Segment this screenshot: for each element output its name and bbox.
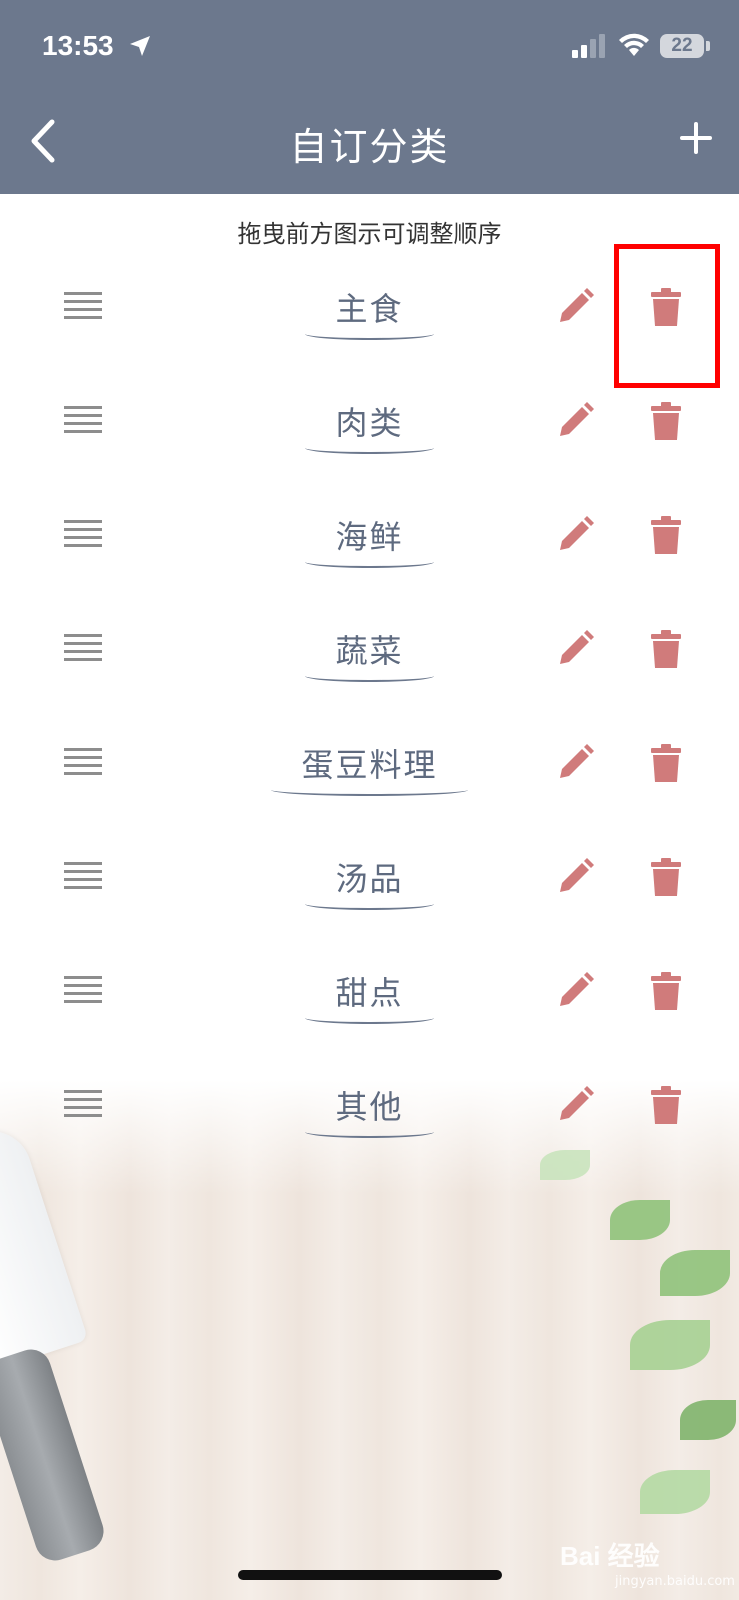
delete-trash-icon[interactable] [651, 630, 681, 668]
list-item: 其他 [0, 1048, 739, 1162]
edit-pencil-icon[interactable] [556, 744, 594, 782]
wifi-icon [619, 33, 649, 56]
header-bar: 13:53 22 自订分类 [0, 0, 739, 194]
edit-pencil-icon[interactable] [556, 516, 594, 554]
category-name-field[interactable]: 海鲜 [305, 512, 434, 568]
delete-trash-icon[interactable] [651, 402, 681, 440]
edit-pencil-icon[interactable] [556, 972, 594, 1010]
delete-trash-icon[interactable] [651, 1086, 681, 1124]
list-item: 海鲜 [0, 478, 739, 592]
category-name-field[interactable]: 蔬菜 [305, 626, 434, 682]
herb-decoration [610, 1200, 670, 1240]
cellular-signal-icon [572, 34, 605, 58]
herb-decoration [680, 1400, 736, 1440]
page-title: 自订分类 [289, 125, 450, 169]
herb-decoration [660, 1250, 730, 1296]
delete-trash-icon[interactable] [651, 972, 681, 1010]
delete-trash-icon[interactable] [651, 858, 681, 896]
edit-pencil-icon[interactable] [556, 288, 594, 326]
watermark-url: jingyan.baidu.com [615, 1574, 735, 1589]
category-name-field[interactable]: 蛋豆料理 [271, 740, 468, 796]
add-category-button[interactable] [676, 118, 716, 158]
battery-nub [706, 41, 710, 51]
edit-pencil-icon[interactable] [556, 630, 594, 668]
edit-pencil-icon[interactable] [556, 1086, 594, 1124]
list-item: 蔬菜 [0, 592, 739, 706]
category-name-field[interactable]: 其他 [305, 1082, 434, 1138]
list-item: 汤品 [0, 820, 739, 934]
edit-pencil-icon[interactable] [556, 858, 594, 896]
delete-trash-icon[interactable] [651, 516, 681, 554]
category-name-field[interactable]: 甜点 [305, 968, 434, 1024]
herb-decoration [640, 1470, 710, 1514]
highlight-annotation-box [614, 244, 720, 388]
herb-decoration [630, 1320, 710, 1370]
list-item: 蛋豆料理 [0, 706, 739, 820]
delete-trash-icon[interactable] [651, 744, 681, 782]
watermark-logo: Bai 经验 [560, 1541, 660, 1571]
category-name-field[interactable]: 汤品 [305, 854, 434, 910]
edit-pencil-icon[interactable] [556, 402, 594, 440]
battery-indicator: 22 [660, 34, 704, 58]
home-indicator[interactable] [238, 1570, 502, 1580]
category-name-field[interactable]: 肉类 [305, 398, 434, 454]
list-item: 甜点 [0, 934, 739, 1048]
status-time: 13:53 [42, 30, 114, 61]
location-arrow-icon [130, 36, 150, 56]
category-name-field[interactable]: 主食 [305, 284, 434, 340]
